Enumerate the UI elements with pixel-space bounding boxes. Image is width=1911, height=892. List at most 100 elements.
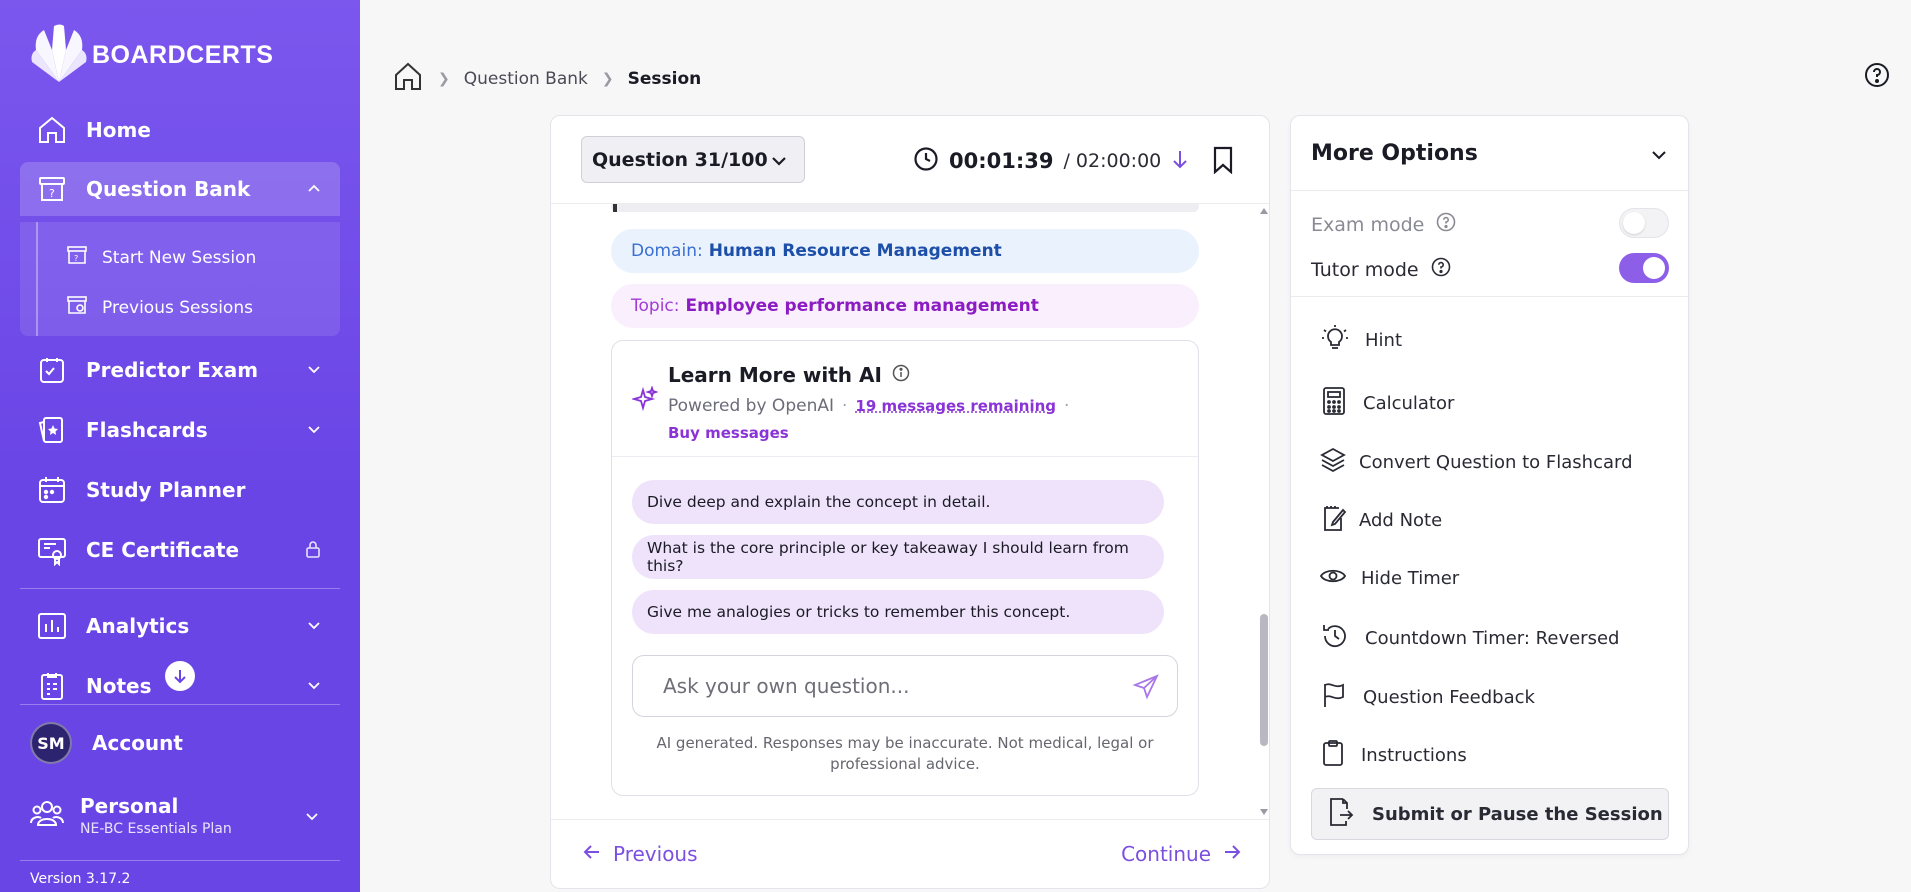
workspace-name: Personal [80, 793, 179, 818]
sidebar-item-label: Predictor Exam [86, 358, 259, 382]
more-options-header[interactable]: More Options [1291, 116, 1688, 191]
flashcards-icon [34, 412, 70, 448]
ai-suggestion[interactable]: What is the core principle or key takeaw… [632, 535, 1164, 579]
flag-icon [1321, 681, 1347, 714]
ask-question-field[interactable] [632, 655, 1178, 717]
question-card: Question 31/100 00:01:39 / 02:00:00 Doma… [550, 115, 1270, 889]
sidebar-item-analytics[interactable]: Analytics [20, 599, 340, 653]
topic-chip: Topic: Employee performance management [611, 284, 1199, 328]
eye-icon [1319, 562, 1347, 595]
previous-button[interactable]: Previous [583, 842, 698, 866]
send-icon[interactable] [1132, 674, 1159, 704]
separator-dot: · [841, 396, 848, 416]
ai-suggestion[interactable]: Dive deep and explain the concept in det… [632, 480, 1164, 524]
ask-question-input[interactable] [663, 674, 1083, 698]
sidebar-item-label: Question Bank [86, 177, 251, 201]
sidebar-item-label: Home [86, 118, 151, 142]
timer-direction-icon[interactable] [1171, 149, 1189, 173]
sidebar-item-label: Analytics [86, 614, 190, 638]
continue-button[interactable]: Continue [1121, 842, 1241, 866]
scrollbar-thumb[interactable] [1260, 614, 1268, 746]
chevron-up-icon [306, 180, 322, 200]
question-selector-label: Question 31/100 [592, 148, 768, 171]
sidebar-item-study-planner[interactable]: Study Planner [20, 463, 340, 517]
help-icon[interactable] [1431, 257, 1451, 282]
chevron-down-icon[interactable] [1650, 146, 1668, 168]
domain-chip: Domain: Human Resource Management [611, 229, 1199, 273]
chevron-down-icon [770, 152, 788, 175]
add-note-option[interactable]: Add Note [1319, 504, 1442, 537]
sidebar-item-question-bank[interactable]: ? Question Bank [20, 162, 340, 216]
scroll-up-arrow[interactable] [1260, 208, 1268, 214]
breadcrumb: ❯ Question Bank ❯ Session [392, 60, 701, 97]
sidebar-item-home[interactable]: Home [20, 103, 340, 157]
more-options-panel: More Options Exam mode Tutor mode Hint C… [1290, 115, 1689, 855]
ai-suggestion[interactable]: Give me analogies or tricks to remember … [632, 590, 1164, 634]
submit-or-pause-button[interactable]: Submit or Pause the Session [1311, 788, 1669, 840]
ai-subtitle: Powered by OpenAI · 19 messages remainin… [668, 396, 1069, 416]
question-scrollbar[interactable] [1257, 204, 1269, 819]
exam-mode-toggle[interactable] [1619, 208, 1669, 238]
question-feedback-label: Question Feedback [1363, 687, 1535, 708]
hide-timer-option[interactable]: Hide Timer [1319, 562, 1459, 595]
question-feedback-option[interactable]: Question Feedback [1321, 681, 1535, 714]
convert-to-flashcard-option[interactable]: Convert Question to Flashcard [1319, 446, 1633, 479]
question-footer: Previous Continue [551, 819, 1269, 888]
domain-label: Domain: [631, 241, 703, 261]
question-bank-submenu: ? Start New Session Previous Sessions [20, 222, 340, 336]
account-menu[interactable]: SM Account [30, 722, 183, 764]
breadcrumb-question-bank[interactable]: Question Bank [464, 69, 588, 89]
scroll-down-arrow[interactable] [1260, 809, 1268, 815]
add-note-label: Add Note [1359, 510, 1443, 531]
question-selector[interactable]: Question 31/100 [581, 136, 805, 183]
convert-to-flashcard-label: Convert Question to Flashcard [1359, 452, 1633, 473]
sidebar-item-flashcards[interactable]: Flashcards [20, 403, 340, 457]
calculator-option[interactable]: Calculator [1321, 386, 1454, 421]
breadcrumb-session: Session [627, 68, 702, 89]
workspace-switcher[interactable]: Personal NE-BC Essentials Plan [30, 790, 340, 840]
avatar: SM [30, 722, 72, 764]
messages-remaining-link[interactable]: 19 messages remaining [855, 397, 1056, 415]
account-label: Account [92, 731, 183, 755]
svg-text:?: ? [74, 254, 78, 263]
bookmark-icon[interactable] [1211, 146, 1235, 178]
buy-messages-link[interactable]: Buy messages [668, 424, 789, 442]
certificate-icon [34, 532, 70, 568]
question-header: Question 31/100 00:01:39 / 02:00:00 [551, 116, 1269, 204]
timer-total: / 02:00:00 [1063, 150, 1162, 172]
countdown-timer-option[interactable]: Countdown Timer: Reversed [1321, 622, 1619, 655]
users-icon [30, 796, 64, 834]
calculator-icon [1321, 386, 1347, 421]
chevron-down-icon [306, 677, 322, 697]
sidebar: BOARDCERTS Home ? Question Bank ? Start … [0, 0, 360, 892]
sidebar-item-label: CE Certificate [86, 538, 240, 562]
sidebar-item-label: Notes [86, 674, 152, 698]
sidebar-item-predictor-exam[interactable]: Predictor Exam [20, 343, 340, 397]
tutor-mode-toggle[interactable] [1619, 253, 1669, 283]
clock-icon [913, 146, 939, 176]
file-export-icon [1326, 797, 1354, 832]
brand-name: BOARDCERTS [92, 40, 274, 69]
lightbulb-icon [1321, 324, 1349, 357]
sidebar-item-label: Study Planner [86, 478, 246, 502]
submit-or-pause-label: Submit or Pause the Session [1372, 803, 1663, 825]
info-icon[interactable] [892, 363, 910, 387]
sidebar-item-ce-certificate[interactable]: CE Certificate [20, 523, 340, 577]
sidebar-divider [20, 588, 340, 589]
help-icon[interactable] [1436, 212, 1456, 237]
home-icon[interactable] [392, 60, 424, 97]
instructions-option[interactable]: Instructions [1321, 739, 1467, 772]
hint-option[interactable]: Hint [1321, 324, 1402, 357]
domain-value: Human Resource Management [708, 241, 1002, 261]
help-icon[interactable] [1864, 62, 1890, 92]
calendar-icon [34, 472, 70, 508]
svg-text:?: ? [49, 187, 55, 200]
ai-header: Learn More with AI Powered by OpenAI · 1… [612, 341, 1198, 457]
sidebar-subitem-start-new-session[interactable]: ? Start New Session [66, 244, 256, 271]
ai-title-text: Learn More with AI [668, 363, 882, 387]
previous-content-marker [613, 204, 617, 212]
chevron-down-icon [306, 361, 322, 381]
sidebar-subitem-previous-sessions[interactable]: Previous Sessions [66, 294, 253, 321]
sidebar-scroll-down-button[interactable] [165, 661, 195, 691]
brand-logo[interactable]: BOARDCERTS [30, 24, 273, 86]
